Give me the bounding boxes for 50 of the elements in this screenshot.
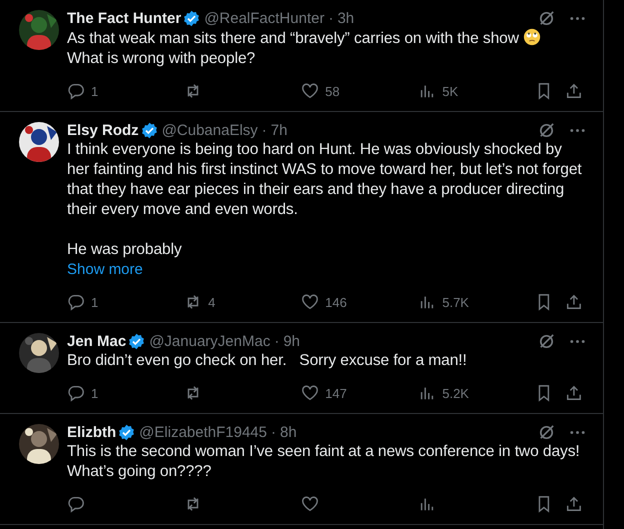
timestamp[interactable]: 8h [280, 424, 297, 440]
reply-count: 1 [91, 294, 98, 310]
slashed-circle-icon[interactable] [537, 8, 556, 28]
share-icon[interactable] [565, 384, 584, 402]
slashed-circle-icon[interactable] [537, 120, 556, 140]
view-count: 5K [442, 84, 458, 98]
user-handle[interactable]: @ElizabethF19445 [139, 424, 267, 440]
reply-count: 1 [91, 84, 98, 98]
separator-dot: · [328, 10, 334, 26]
tweet-text: What’s going on???? [67, 462, 212, 482]
timestamp[interactable]: 3h [337, 10, 354, 26]
author-name[interactable]: The Fact Hunter [67, 10, 182, 26]
separator-dot: · [274, 332, 280, 350]
timestamp[interactable]: 7h [270, 122, 288, 138]
repost-count: 4 [208, 294, 216, 310]
like-count: 147 [325, 386, 347, 400]
share-icon[interactable] [565, 82, 584, 100]
reply-icon[interactable] [67, 384, 85, 402]
author-name[interactable]: Elsy Rodz [67, 122, 139, 138]
like-count: 146 [325, 294, 347, 310]
heart-icon[interactable] [301, 384, 320, 402]
tweet-text: I think everyone is being too hard on Hunt. He was obviously shocked by her fainting and his first instinct WAS to move toward her, but let’s not forget that they have ear pieces in their ears and they have a producer directing their every move and even words. [67, 140, 583, 220]
tweet-text: This is the second woman I’ve seen faint at a news conference in two days! [67, 442, 581, 462]
timestamp[interactable]: 9h [283, 332, 300, 350]
separator-dot: · [270, 424, 276, 440]
like-count: 58 [325, 84, 340, 98]
reply-count: 1 [91, 386, 98, 400]
user-handle[interactable]: @JanuaryJenMac [149, 332, 270, 350]
share-icon[interactable] [565, 293, 584, 311]
show-more-link[interactable]: Show more [67, 260, 143, 280]
reply-icon[interactable] [67, 293, 85, 311]
tweet-text: As that weak man sits there and “bravely” carries on with the show [67, 28, 587, 49]
view-count: 5.7K [442, 294, 469, 310]
share-icon[interactable] [565, 495, 584, 513]
view-count: 5.2K [442, 386, 469, 400]
tweet-text: He was probably [67, 240, 183, 260]
user-handle[interactable]: @CubanaElsy [162, 122, 258, 138]
reply-icon[interactable] [67, 495, 85, 513]
separator-dot: · [262, 122, 267, 138]
slashed-circle-icon[interactable] [537, 332, 556, 350]
heart-icon[interactable] [301, 82, 320, 100]
slashed-circle-icon[interactable] [537, 422, 556, 442]
author-name[interactable]: Jen Mac [67, 332, 126, 350]
reply-icon[interactable] [67, 82, 85, 100]
tweet-text: Bro didn’t even go check on her. Sorry excuse for a man!! [67, 351, 468, 371]
heart-icon[interactable] [301, 293, 320, 311]
tweet-text: What is wrong with people? [67, 49, 256, 69]
heart-icon[interactable] [301, 495, 320, 513]
user-handle[interactable]: @RealFactHunter [204, 10, 324, 26]
author-name[interactable]: Elizbth [67, 424, 116, 440]
